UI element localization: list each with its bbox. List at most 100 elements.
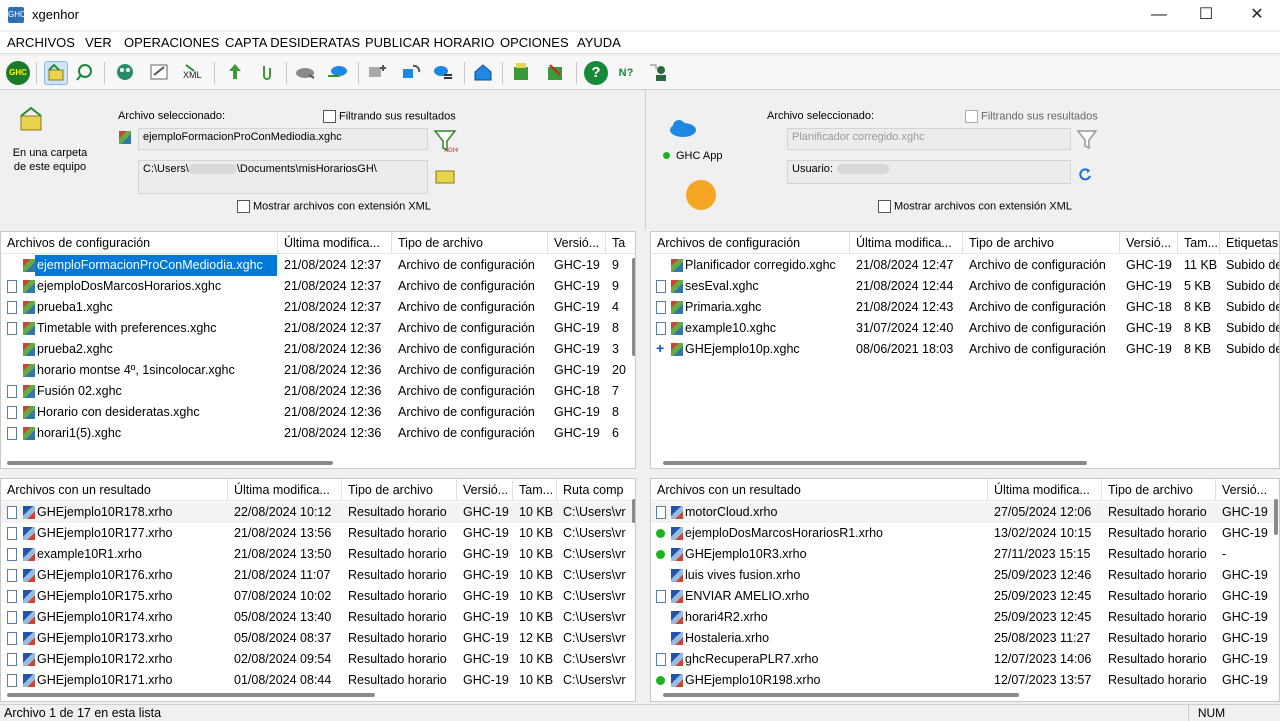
table-row[interactable]: horari4R2.xrho 25/09/2023 12:45 Resultado …: [651, 607, 1279, 628]
server-tools-icon[interactable]: [544, 61, 568, 85]
col-cloud-size[interactable]: Tam...: [1178, 232, 1220, 254]
user-field[interactable]: Usuario:: [787, 160, 1071, 184]
ghc-app-logo[interactable]: [686, 180, 716, 210]
table-row[interactable]: motorCloud.xrho 27/05/2024 12:06 Resultado…: [651, 502, 1279, 523]
menu-operaciones[interactable]: OPERACIONES: [124, 35, 219, 50]
table-row[interactable]: GHEjemplo10R174.xrho 05/08/2024 13:40 Resu…: [1, 607, 635, 628]
filter-funnel-cloud-icon[interactable]: [1075, 128, 1099, 152]
right-config-hscroll[interactable]: [663, 461, 1087, 465]
col-cloud-config-name[interactable]: Archivos de configuración: [651, 232, 850, 254]
menu-publicar-horario[interactable]: PUBLICAR HORARIO: [365, 35, 494, 50]
cloud-upload-icon[interactable]: [326, 61, 350, 85]
table-row[interactable]: example10.xghc 31/07/2024 12:40 Archivo de…: [651, 318, 1279, 339]
col-size[interactable]: Ta: [606, 232, 635, 254]
export-icon[interactable]: [148, 61, 172, 85]
xml-checkbox-cloud[interactable]: [878, 200, 891, 213]
attachment-icon[interactable]: [256, 61, 280, 85]
filter-toggle[interactable]: Filtrando sus resultados: [323, 110, 456, 123]
col-modified[interactable]: Última modifica...: [278, 232, 392, 254]
right-result-vscroll[interactable]: [1274, 499, 1278, 535]
table-row[interactable]: Planificador corregido.xghc 21/08/2024 12…: [651, 255, 1279, 276]
table-row[interactable]: Primaria.xghc 21/08/2024 12:43 Archivo de …: [651, 297, 1279, 318]
table-row[interactable]: Fusión 02.xghc 21/08/2024 12:36 Archivo de…: [1, 381, 635, 402]
col-result-modified[interactable]: Última modifica...: [228, 479, 342, 501]
table-row[interactable]: GHEjemplo10R177.xrho 21/08/2024 13:56 Resu…: [1, 523, 635, 544]
col-config-name[interactable]: Archivos de configuración: [1, 232, 278, 254]
table-row[interactable]: GHEjemplo10R175.xrho 07/08/2024 10:02 Resu…: [1, 586, 635, 607]
table-row[interactable]: horari1(5).xghc 21/08/2024 12:36 Archivo d…: [1, 423, 635, 444]
ghc-logo-icon[interactable]: GHC: [6, 61, 30, 85]
table-row[interactable]: GHEjemplo10R176.xrho 21/08/2024 11:07 Resu…: [1, 565, 635, 586]
filter-funnel-icon[interactable]: XGHC: [432, 128, 462, 154]
cloud-selected-file-field[interactable]: Planificador corregido.xghc: [787, 128, 1071, 150]
col-result-size[interactable]: Tam...: [513, 479, 557, 501]
col-cloud-modified[interactable]: Última modifica...: [850, 232, 963, 254]
table-row[interactable]: GHEjemplo10R3.xrho 27/11/2023 15:15 Result…: [651, 544, 1279, 565]
publish-home-icon[interactable]: [472, 61, 496, 85]
user-network-icon[interactable]: [648, 61, 672, 85]
menu-capta-desideratas[interactable]: CAPTA DESIDERATAS: [225, 35, 360, 50]
table-row[interactable]: example10R1.xrho 21/08/2024 13:50 Resultad…: [1, 544, 635, 565]
upload-arrow-icon[interactable]: [224, 61, 248, 85]
table-row[interactable]: GHEjemplo10R198.xrho 12/07/2023 13:57 Resu…: [651, 670, 1279, 691]
menu-opciones[interactable]: OPCIONES: [500, 35, 569, 50]
left-config-hscroll[interactable]: [7, 461, 333, 465]
minimize-button[interactable]: —: [1136, 0, 1182, 30]
filter-checkbox-cloud[interactable]: [965, 110, 978, 123]
table-row[interactable]: Timetable with preferences.xghc 21/08/202…: [1, 318, 635, 339]
table-row[interactable]: horario montse 4º, 1sincolocar.xghc 21/08…: [1, 360, 635, 381]
table-row[interactable]: GHEjemplo10R171.xrho 01/08/2024 08:44 Resu…: [1, 670, 635, 691]
table-row[interactable]: + GHEjemplo10p.xghc 08/06/2021 18:03 Archiv…: [651, 339, 1279, 360]
col-cloud-type[interactable]: Tipo de archivo: [963, 232, 1120, 254]
col-result-type[interactable]: Tipo de archivo: [342, 479, 457, 501]
table-row[interactable]: GHEjemplo10R178.xrho 22/08/2024 10:12 Resu…: [1, 502, 635, 523]
selected-file-field[interactable]: ejemploFormacionProConMediodia.xghc: [138, 128, 428, 150]
menu-archivos[interactable]: ARCHIVOS: [7, 35, 75, 50]
close-button[interactable]: ✕: [1234, 0, 1280, 30]
filter-checkbox[interactable]: [323, 110, 336, 123]
browse-folder-icon[interactable]: [434, 166, 456, 186]
cloud-download-icon[interactable]: [294, 61, 318, 85]
network-sync-icon[interactable]: [400, 61, 424, 85]
left-result-hscroll[interactable]: [7, 693, 375, 697]
menu-ayuda[interactable]: AYUDA: [577, 35, 621, 50]
table-row[interactable]: luis vives fusion.xrho 25/09/2023 12:46 Re…: [651, 565, 1279, 586]
table-row[interactable]: ejemploDosMarcosHorarios.xghc 21/08/2024 …: [1, 276, 635, 297]
server-sync-icon[interactable]: [510, 61, 534, 85]
table-row[interactable]: GHEjemplo10R173.xrho 05/08/2024 08:37 Resu…: [1, 628, 635, 649]
col-result-name[interactable]: Archivos con un resultado: [1, 479, 228, 501]
xml-checkbox[interactable]: [237, 200, 250, 213]
menu-ver[interactable]: VER: [85, 35, 112, 50]
folder-computer-icon[interactable]: [44, 61, 68, 85]
table-row[interactable]: prueba1.xghc 21/08/2024 12:37 Archivo de c…: [1, 297, 635, 318]
folder-path-field[interactable]: C:\Users\ \Documents\misHorariosGH\: [138, 160, 428, 194]
cloud-icon[interactable]: [668, 118, 698, 141]
left-config-vscroll[interactable]: [632, 258, 635, 356]
col-cloud-result-version[interactable]: Versió...: [1216, 479, 1279, 501]
xml-toggle[interactable]: Mostrar archivos con extensión XML: [237, 200, 431, 213]
table-row[interactable]: ejemploDosMarcosHorariosR1.xrho 13/02/202…: [651, 523, 1279, 544]
table-row[interactable]: prueba2.xghc 21/08/2024 12:36 Archivo de c…: [1, 339, 635, 360]
col-version[interactable]: Versió...: [548, 232, 606, 254]
col-type[interactable]: Tipo de archivo: [392, 232, 548, 254]
table-row[interactable]: sesEval.xghc 21/08/2024 12:44 Archivo de c…: [651, 276, 1279, 297]
left-result-vscroll[interactable]: [632, 499, 635, 523]
network-list-icon[interactable]: [432, 61, 456, 85]
filter-toggle-cloud[interactable]: Filtrando sus resultados: [965, 110, 1098, 123]
whats-this-icon[interactable]: N?: [614, 61, 638, 85]
maximize-button[interactable]: ☐: [1183, 0, 1229, 30]
col-result-version[interactable]: Versió...: [457, 479, 513, 501]
table-row[interactable]: ejemploFormacionProConMediodia.xghc 21/08…: [1, 255, 635, 276]
table-row[interactable]: Hostaleria.xrho 25/08/2023 11:27 Resultado…: [651, 628, 1279, 649]
globe-people-icon[interactable]: [114, 61, 138, 85]
table-row[interactable]: ghcRecuperaPLR7.xrho 12/07/2023 14:06 Resu…: [651, 649, 1279, 670]
right-result-hscroll[interactable]: [663, 693, 1019, 697]
network-add-icon[interactable]: [366, 61, 390, 85]
xml-toggle-cloud[interactable]: Mostrar archivos con extensión XML: [878, 200, 1072, 213]
refresh-icon[interactable]: [1076, 166, 1094, 184]
local-folder-icon[interactable]: [16, 104, 46, 137]
col-cloud-version[interactable]: Versió...: [1120, 232, 1178, 254]
table-row[interactable]: ENVIAR AMELIO.xrho 25/09/2023 12:45 Result…: [651, 586, 1279, 607]
col-result-path[interactable]: Ruta comp: [557, 479, 635, 501]
col-cloud-result-name[interactable]: Archivos con un resultado: [651, 479, 988, 501]
